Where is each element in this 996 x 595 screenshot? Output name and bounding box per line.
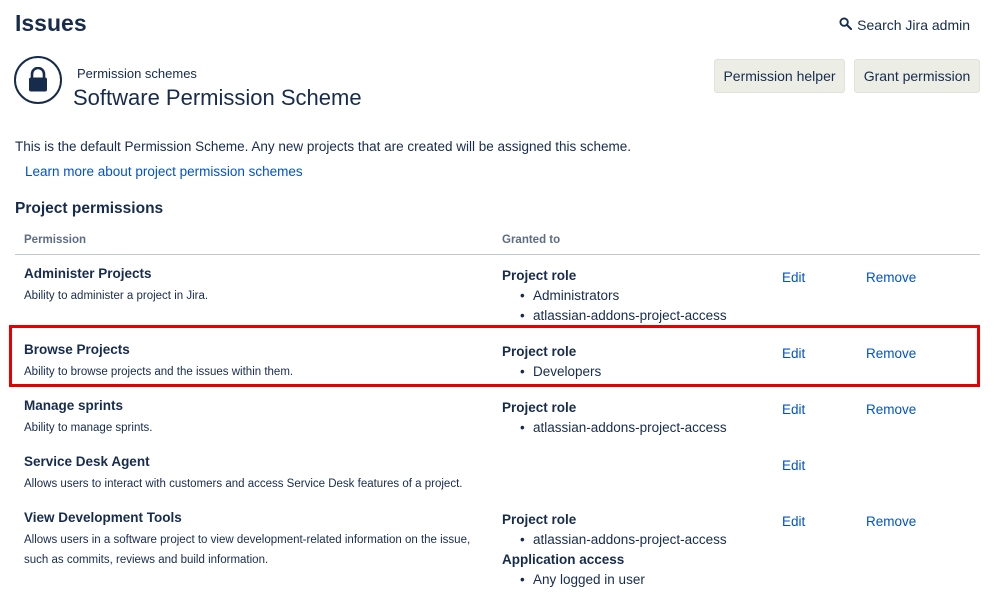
grant-value: atlassian-addons-project-access: [502, 306, 727, 326]
granted-to: Project role Developers: [502, 342, 601, 382]
grant-type: Project role: [502, 400, 577, 415]
grant-value: atlassian-addons-project-access: [502, 418, 727, 438]
edit-link[interactable]: Edit: [782, 402, 805, 417]
permission-name: Administer Projects: [24, 266, 152, 281]
grant-type: Project role: [502, 268, 577, 283]
granted-to: Project role Administrators atlassian-ad…: [502, 266, 727, 326]
remove-link[interactable]: Remove: [866, 402, 916, 417]
search-jira-admin-link[interactable]: Search Jira admin: [839, 17, 970, 33]
granted-to: Project role atlassian-addons-project-ac…: [502, 510, 727, 590]
grant-value: Administrators: [502, 286, 727, 306]
remove-link[interactable]: Remove: [866, 270, 916, 285]
scheme-title: Software Permission Scheme: [73, 85, 362, 110]
table-header-divider: [15, 254, 980, 255]
edit-link[interactable]: Edit: [782, 270, 805, 285]
edit-link[interactable]: Edit: [782, 514, 805, 529]
remove-link[interactable]: Remove: [866, 514, 916, 529]
permission-description: Ability to browse projects and the issue…: [24, 366, 294, 378]
learn-more-link[interactable]: Learn more about project permission sche…: [25, 164, 303, 179]
table-row: Administer Projects Ability to administe…: [15, 266, 980, 326]
grant-type: Application access: [502, 552, 625, 567]
grant-value: atlassian-addons-project-access: [502, 530, 727, 550]
table-row: Browse Projects Ability to browse projec…: [15, 342, 980, 382]
grant-value: Any logged in user: [502, 570, 727, 590]
column-header-permission: Permission: [24, 234, 86, 246]
search-icon: [839, 17, 853, 33]
breadcrumb: Permission schemes: [77, 66, 197, 81]
table-row: Manage sprints Ability to manage sprints…: [15, 398, 980, 438]
table-row: View Development Tools Allows users in a…: [15, 510, 980, 590]
edit-link[interactable]: Edit: [782, 346, 805, 361]
grant-value: Developers: [502, 362, 601, 382]
permission-description: Allows users in a software project to vi…: [24, 534, 471, 566]
scheme-description: This is the default Permission Scheme. A…: [15, 139, 632, 154]
section-title: Project permissions: [15, 200, 164, 217]
permission-description: Ability to administer a project in Jira.: [24, 290, 209, 302]
search-label: Search Jira admin: [857, 17, 970, 33]
permission-name: View Development Tools: [24, 510, 182, 525]
permission-name: Browse Projects: [24, 342, 130, 357]
permission-name: Manage sprints: [24, 398, 124, 413]
grant-permission-button[interactable]: Grant permission: [854, 59, 980, 93]
lock-icon: [14, 56, 62, 104]
page-title: Issues: [15, 10, 87, 36]
grant-type: Project role: [502, 512, 577, 527]
permission-description: Allows users to interact with customers …: [24, 478, 463, 490]
granted-to: Project role atlassian-addons-project-ac…: [502, 398, 727, 438]
column-header-granted-to: Granted to: [502, 234, 561, 246]
permission-helper-button[interactable]: Permission helper: [714, 59, 845, 93]
remove-link[interactable]: Remove: [866, 346, 916, 361]
table-row: Service Desk Agent Allows users to inter…: [15, 454, 980, 494]
permission-name: Service Desk Agent: [24, 454, 150, 469]
edit-link[interactable]: Edit: [782, 458, 805, 473]
permission-description: Ability to manage sprints.: [24, 422, 153, 434]
grant-type: Project role: [502, 344, 577, 359]
